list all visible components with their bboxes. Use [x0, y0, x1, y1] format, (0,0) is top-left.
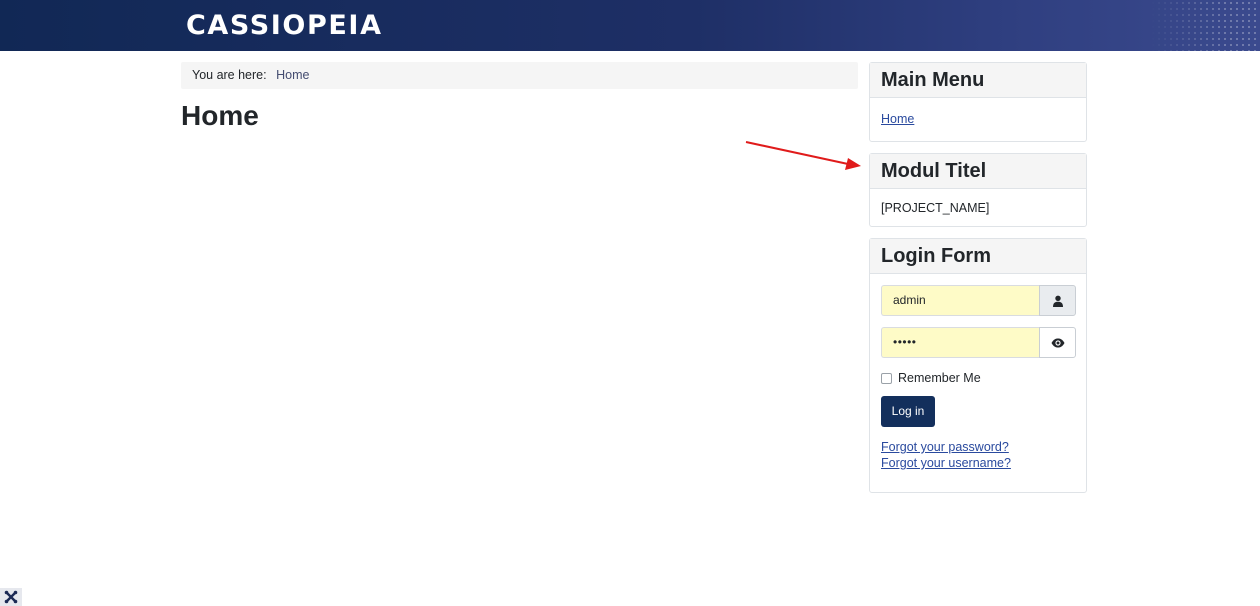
- remember-me-label: Remember Me: [898, 371, 981, 385]
- eye-icon: [1051, 338, 1064, 347]
- remember-me-checkbox[interactable]: [881, 372, 892, 384]
- custom-module: Modul Titel [PROJECT_NAME]: [869, 153, 1087, 227]
- main-menu-title: Main Menu: [870, 63, 1086, 98]
- show-password-button[interactable]: [1039, 327, 1076, 358]
- main-menu-body: Home: [870, 98, 1086, 126]
- site-header: CASSIOPEIA: [0, 0, 1260, 51]
- password-input-group: •••••: [881, 327, 1076, 358]
- login-form-title: Login Form: [870, 239, 1086, 274]
- password-input[interactable]: •••••: [881, 327, 1039, 358]
- page-title: Home: [181, 100, 259, 131]
- user-icon: [1052, 295, 1063, 307]
- header-dots-pattern: [1150, 0, 1260, 51]
- breadcrumb-label: You are here:: [192, 68, 267, 82]
- custom-module-body: [PROJECT_NAME]: [870, 189, 1086, 215]
- breadcrumb: You are here: Home: [181, 62, 858, 89]
- login-button[interactable]: Log in: [881, 396, 935, 427]
- login-form-module: Login Form admin ••••• Remember Me Log i…: [869, 238, 1087, 493]
- project-name-text: [PROJECT_NAME]: [881, 201, 990, 215]
- username-addon: [1039, 285, 1076, 316]
- username-input[interactable]: admin: [881, 285, 1039, 316]
- annotation-arrow-icon: [745, 141, 861, 170]
- username-input-group: admin: [881, 285, 1076, 316]
- forgot-password-link[interactable]: Forgot your password?: [881, 440, 1009, 454]
- breadcrumb-item-home: Home: [276, 68, 310, 82]
- joomla-icon[interactable]: [0, 588, 22, 606]
- main-menu-module: Main Menu Home: [869, 62, 1087, 142]
- menu-item-home[interactable]: Home: [881, 112, 914, 126]
- site-brand-logo[interactable]: CASSIOPEIA: [186, 9, 383, 43]
- remember-me[interactable]: Remember Me: [881, 371, 981, 385]
- custom-module-title: Modul Titel: [870, 154, 1086, 189]
- forgot-username-link[interactable]: Forgot your username?: [881, 456, 1011, 470]
